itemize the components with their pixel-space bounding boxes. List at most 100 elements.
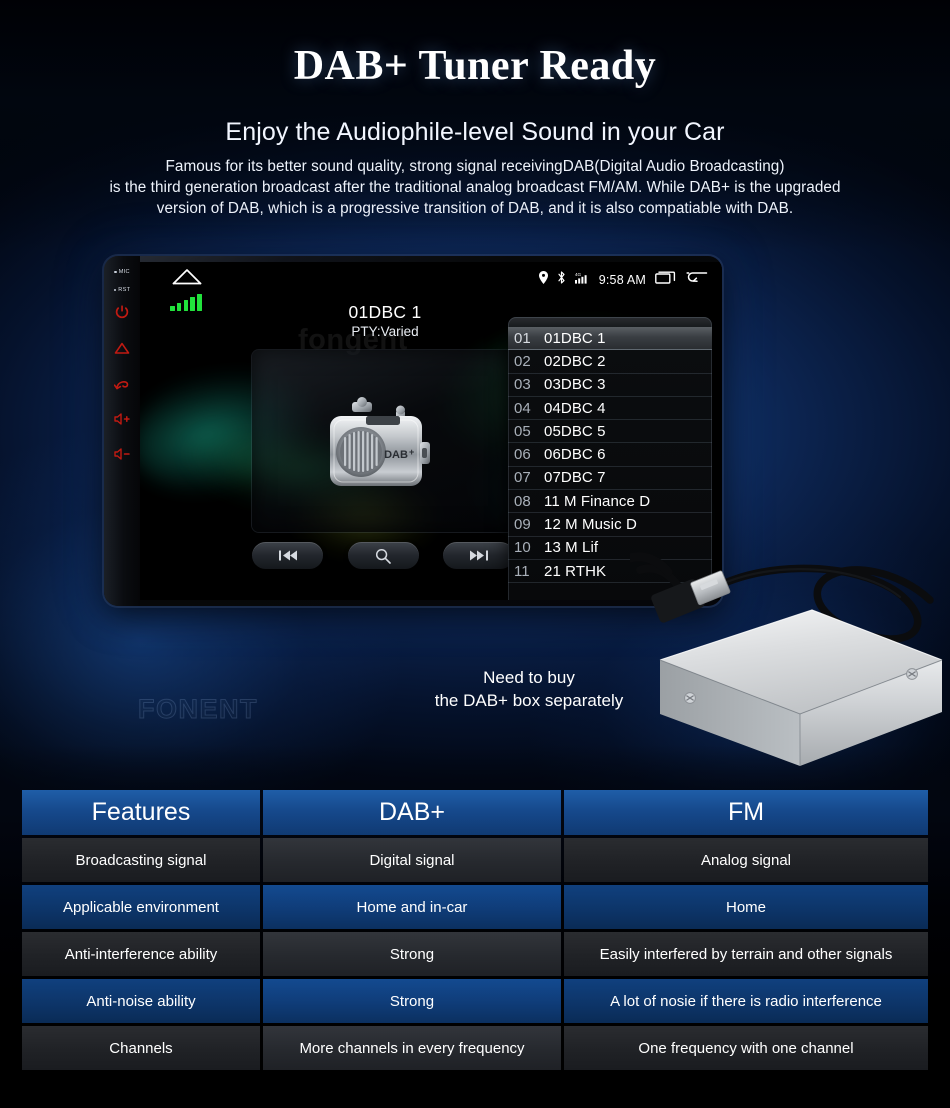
dab-box-product: [625, 548, 950, 768]
table-header-fm: FM: [564, 790, 928, 835]
search-icon: [375, 548, 391, 564]
next-button[interactable]: [443, 542, 514, 569]
table-cell-feature: Anti-interference ability: [22, 932, 260, 976]
station-name: 21 RTHK: [544, 562, 607, 580]
table-cell-feature: Applicable environment: [22, 885, 260, 929]
home-outline-icon[interactable]: [172, 268, 202, 290]
station-list-item[interactable]: 06 06DBC 6: [508, 443, 712, 467]
volume-up-icon[interactable]: [113, 413, 131, 429]
previous-button[interactable]: [252, 542, 323, 569]
station-list-item[interactable]: 09 12 M Music D: [508, 513, 712, 537]
status-bar-icons: 4G 9:58 AM: [538, 270, 708, 289]
svg-text:+: +: [409, 447, 414, 457]
station-name: 02DBC 2: [544, 352, 606, 370]
table-cell-dab: Strong: [263, 979, 561, 1023]
station-name: 11 M Finance D: [544, 492, 651, 510]
svg-text:DAB: DAB: [384, 449, 408, 461]
mic-dot-icon: [114, 270, 117, 274]
station-list-item[interactable]: 02 02DBC 2: [508, 350, 712, 374]
now-playing-station: 01DBC 1: [348, 302, 422, 322]
table-cell-dab: Digital signal: [263, 838, 561, 882]
station-index: 07: [514, 469, 531, 487]
now-playing-pty: PTY:Varied: [351, 324, 419, 339]
signal-strength-icon: [170, 294, 202, 311]
dab-radio-image: DAB +: [330, 396, 430, 486]
station-list-item[interactable]: 05 05DBC 5: [508, 420, 712, 444]
search-button[interactable]: [347, 542, 419, 569]
table-cell-dab: Home and in-car: [263, 885, 561, 929]
station-name: 04DBC 4: [544, 399, 606, 417]
previous-track-icon: [278, 550, 297, 561]
svg-text:4G: 4G: [575, 272, 582, 277]
table-cell-dab: Strong: [263, 932, 561, 976]
station-name: 05DBC 5: [544, 422, 606, 440]
table-cell-fm: One frequency with one channel: [564, 1026, 928, 1070]
station-list-item[interactable]: 08 11 M Finance D: [508, 490, 712, 514]
page-description: Famous for its better sound quality, str…: [0, 156, 950, 219]
playback-controls: [252, 542, 514, 569]
station-index: 08: [514, 492, 531, 510]
station-name: 03DBC 3: [544, 376, 606, 394]
table-header-features: Features: [22, 790, 260, 835]
station-name: 01DBC 1: [544, 329, 606, 347]
station-name: 12 M Music D: [544, 516, 637, 534]
station-index: 02: [514, 352, 531, 370]
description-line-3: version of DAB, which is a progressive t…: [156, 200, 794, 217]
station-name: 06DBC 6: [544, 446, 606, 464]
table-row: Channels More channels in every frequenc…: [22, 1026, 928, 1070]
location-pin-icon: [538, 270, 548, 289]
table-row: Anti-interference ability Strong Easily …: [22, 932, 928, 976]
description-line-2: is the third generation broadcast after …: [109, 179, 841, 196]
table-cell-fm: Analog signal: [564, 838, 928, 882]
status-bar-clock: 9:58 AM: [598, 272, 646, 287]
power-icon[interactable]: [115, 305, 129, 323]
bluetooth-icon: [557, 270, 566, 289]
station-list-item[interactable]: 01 01DBC 1: [508, 327, 712, 351]
purchase-note-line-2: the DAB+ box separately: [434, 691, 624, 710]
table-cell-dab: More channels in every frequency: [263, 1026, 561, 1070]
table-header-row: Features DAB+ FM: [22, 790, 928, 835]
station-index: 11: [514, 562, 530, 580]
station-list-item[interactable]: 04 04DBC 4: [508, 397, 712, 421]
table-cell-fm: Easily interfered by terrain and other s…: [564, 932, 928, 976]
page-title: DAB+ Tuner Ready: [293, 43, 657, 89]
table-cell-fm: A lot of nosie if there is radio interfe…: [564, 979, 928, 1023]
comparison-table: Features DAB+ FM Broadcasting signal Dig…: [22, 790, 928, 1073]
station-index: 09: [514, 516, 531, 534]
home-icon[interactable]: [114, 342, 130, 358]
table-cell-feature: Anti-noise ability: [22, 979, 260, 1023]
station-index: 05: [514, 422, 531, 440]
station-index: 04: [514, 399, 531, 417]
station-name: 13 M Lif: [544, 539, 599, 557]
mic-indicator: MIC: [114, 269, 130, 275]
table-row: Anti-noise ability Strong A lot of nosie…: [22, 979, 928, 1023]
back-arrow-icon[interactable]: [686, 270, 708, 289]
reset-label: RST: [118, 287, 131, 293]
description-line-1: Famous for its better sound quality, str…: [165, 158, 785, 175]
table-row: Broadcasting signal Digital signal Analo…: [22, 838, 928, 882]
station-list-item[interactable]: 07 07DBC 7: [508, 467, 712, 491]
status-bar: 4G 9:58 AM: [140, 262, 722, 311]
table-cell-fm: Home: [564, 885, 928, 929]
promo-page: DAB+ Tuner Ready Enjoy the Audiophile-le…: [0, 0, 950, 1108]
mic-label: MIC: [118, 269, 130, 275]
purchase-note-line-1: Need to buy: [483, 668, 575, 687]
recents-icon[interactable]: [655, 270, 677, 289]
station-name: 07DBC 7: [544, 469, 606, 487]
page-subtitle: Enjoy the Audiophile-level Sound in your…: [225, 118, 725, 146]
purchase-note: Need to buy the DAB+ box separately: [404, 666, 654, 712]
reset-indicator: RST: [113, 287, 131, 293]
station-index: 01: [514, 329, 531, 347]
album-artwork-panel: DAB +: [252, 350, 514, 532]
station-index: 10: [514, 539, 531, 557]
table-cell-feature: Channels: [22, 1026, 260, 1070]
table-header-dab: DAB+: [263, 790, 561, 835]
volume-down-icon[interactable]: [113, 448, 131, 464]
next-track-icon: [469, 550, 488, 561]
table-row: Applicable environment Home and in-car H…: [22, 885, 928, 929]
table-cell-feature: Broadcasting signal: [22, 838, 260, 882]
hardware-button-rail: MIC RST: [104, 256, 140, 606]
station-list-item[interactable]: 03 03DBC 3: [508, 374, 712, 397]
back-icon[interactable]: [113, 377, 130, 394]
station-index: 06: [514, 446, 531, 464]
